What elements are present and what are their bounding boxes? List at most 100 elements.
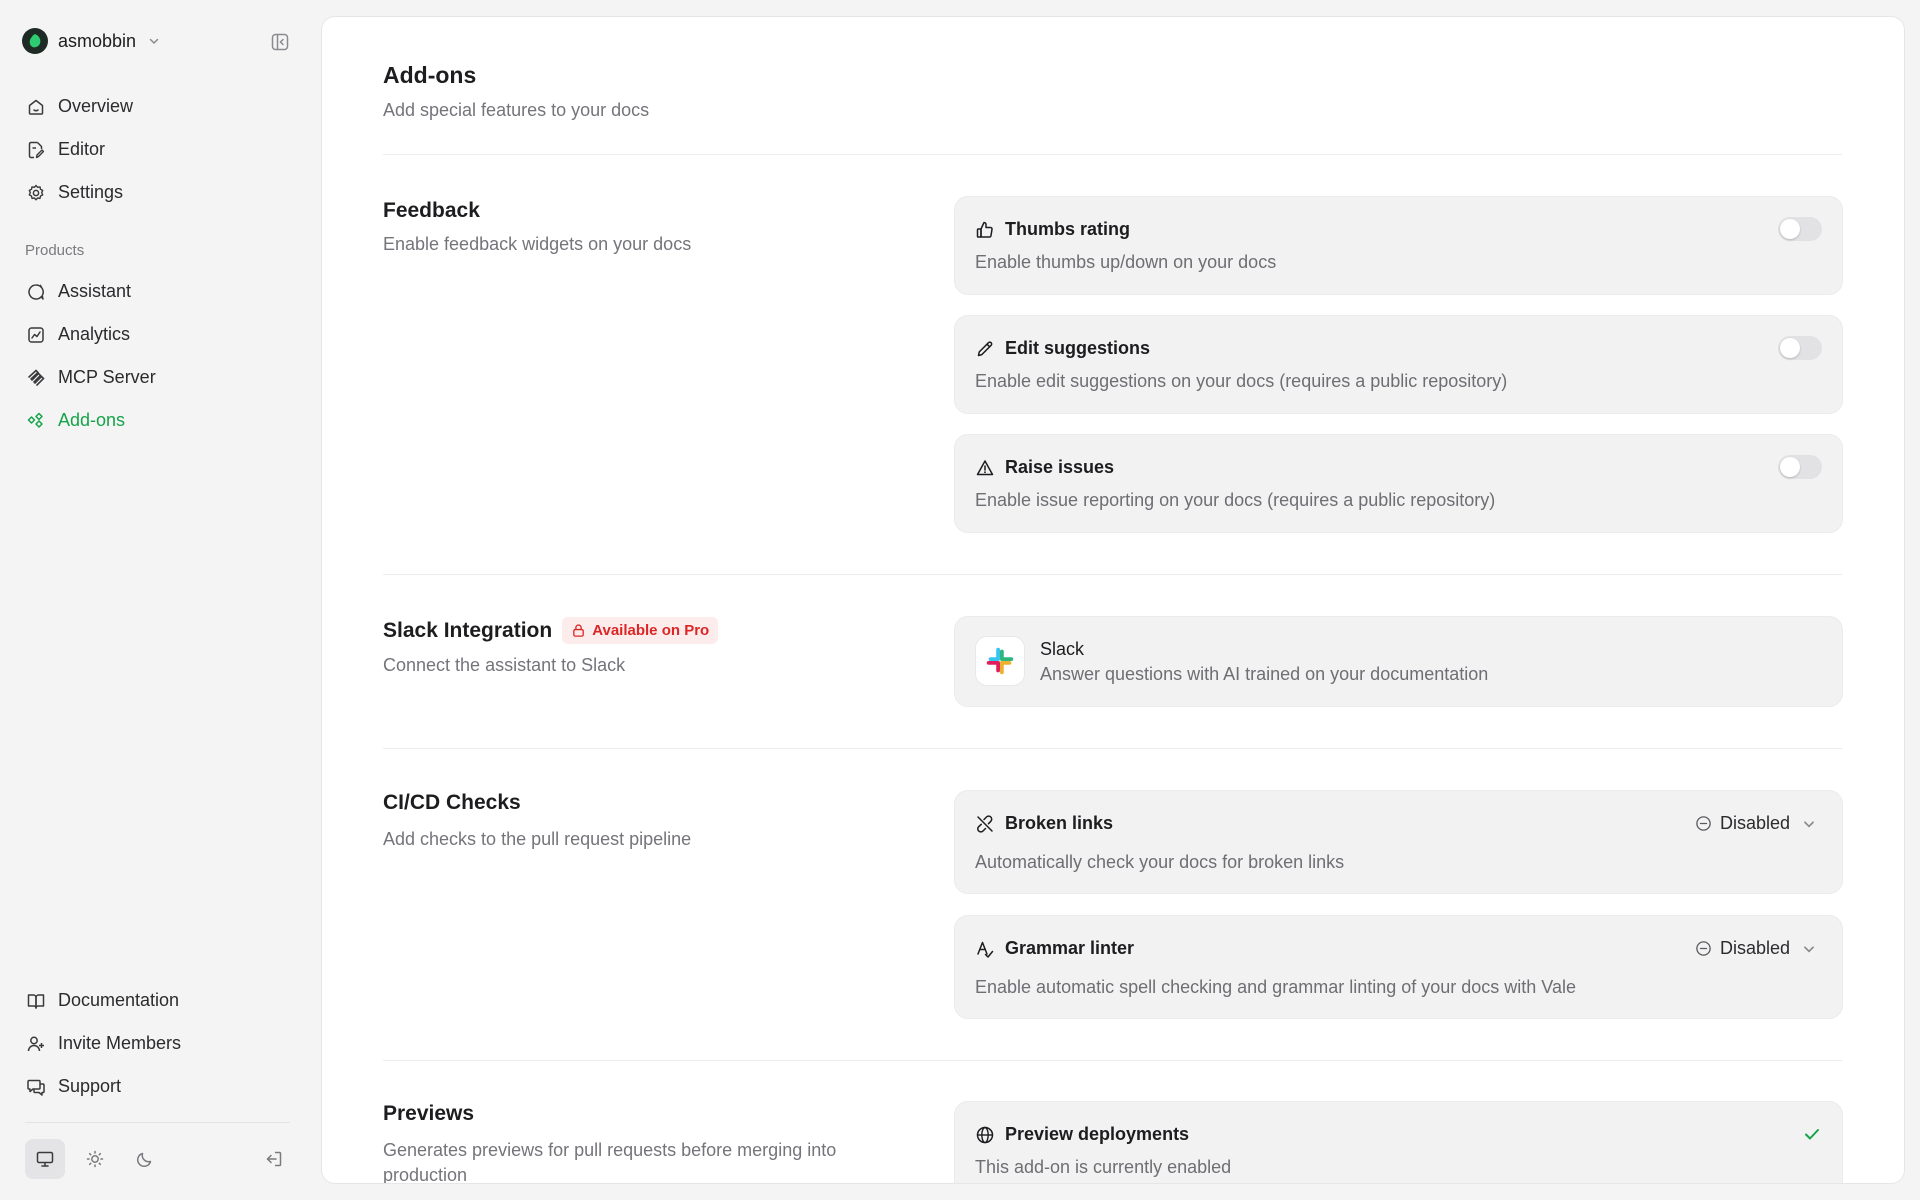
nav-label: Editor — [58, 139, 106, 159]
nav-item-support[interactable]: Support — [14, 1065, 304, 1108]
section-title-text: Feedback — [383, 199, 480, 222]
nav-label: Support — [58, 1076, 122, 1096]
globe-icon — [975, 1125, 995, 1145]
card-edit-suggestions: Edit suggestions Enable edit suggestions… — [954, 315, 1843, 414]
org-switcher[interactable]: asmobbin — [22, 26, 160, 56]
addons-icon — [26, 411, 46, 431]
products-section-label: Products — [25, 242, 85, 259]
nav-label: Analytics — [58, 324, 131, 344]
divider — [383, 574, 1842, 575]
gear-icon — [26, 183, 46, 203]
nav-label: Assistant — [58, 281, 132, 301]
sidebar: asmobbin Overview Editor Settings Produc… — [0, 0, 320, 1200]
card-title: Broken links — [975, 813, 1113, 834]
mcp-icon — [26, 368, 46, 388]
nav-item-overview[interactable]: Overview — [14, 85, 304, 128]
moon-icon — [136, 1152, 152, 1168]
section-desc-previews: Generates previews for pull requests bef… — [383, 1140, 837, 1184]
nav-item-documentation[interactable]: Documentation — [14, 979, 304, 1022]
card-title-text: Grammar linter — [1005, 938, 1135, 958]
theme-light-button[interactable] — [75, 1139, 115, 1179]
nav-item-analytics[interactable]: Analytics — [14, 313, 304, 356]
theme-dark-button[interactable] — [125, 1139, 165, 1179]
pro-badge-text: Available on Pro — [592, 622, 710, 639]
card-title-text: Raise issues — [1005, 457, 1115, 477]
section-title-text: CI/CD Checks — [383, 791, 521, 814]
page-subtitle: Add special features to your docs — [383, 100, 650, 120]
toggle-knob — [1780, 219, 1800, 239]
sun-icon — [86, 1150, 104, 1168]
broken-link-icon — [975, 814, 995, 834]
collapse-sidebar-button[interactable] — [268, 30, 292, 54]
chevron-down-icon — [1804, 945, 1814, 952]
lock-icon — [573, 624, 585, 637]
slack-description: Answer questions with AI trained on your… — [1040, 664, 1489, 684]
sidebar-divider — [25, 1122, 290, 1123]
nav-label: Documentation — [58, 990, 180, 1010]
chat-sparkle-icon — [26, 282, 46, 302]
products-nav: Assistant Analytics MCP Server Add-ons — [14, 270, 304, 442]
file-edit-icon — [26, 140, 46, 160]
theme-system-button[interactable] — [25, 1139, 65, 1179]
logout-button[interactable] — [254, 1139, 294, 1179]
slack-logo-icon — [975, 636, 1025, 686]
card-description: Enable edit suggestions on your docs (re… — [975, 371, 1508, 391]
edit-suggestions-toggle[interactable] — [1778, 336, 1822, 360]
card-description: Enable issue reporting on your docs (req… — [975, 490, 1496, 510]
card-preview-deployments: Preview deployments This add-on is curre… — [954, 1101, 1843, 1183]
pro-badge[interactable]: Available on Pro — [562, 617, 719, 644]
user-plus-icon — [26, 1034, 46, 1054]
main-panel: Add-ons Add special features to your doc… — [321, 16, 1905, 1184]
card-title-text: Thumbs rating — [1005, 219, 1130, 239]
nav-item-add-ons[interactable]: Add-ons — [14, 399, 304, 442]
divider — [383, 1060, 1842, 1061]
pencil-icon — [975, 339, 995, 359]
warning-triangle-icon — [975, 458, 995, 478]
card-title: Raise issues — [975, 457, 1114, 478]
minus-circle-icon — [1696, 941, 1711, 956]
card-title: Grammar linter — [975, 938, 1134, 959]
section-title-previews: Previews — [383, 1102, 474, 1126]
card-raise-issues: Raise issues Enable issue reporting on y… — [954, 434, 1843, 533]
sidebar-collapse-icon — [271, 33, 289, 51]
section-title-feedback: Feedback — [383, 199, 480, 223]
check-icon — [1802, 1124, 1822, 1144]
card-thumbs-rating: Thumbs rating Enable thumbs up/down on y… — [954, 196, 1843, 295]
divider — [383, 154, 1842, 155]
theme-switcher — [25, 1139, 165, 1179]
section-desc-cicd: Add checks to the pull request pipeline — [383, 829, 692, 849]
card-title: Preview deployments — [975, 1124, 1189, 1145]
book-icon — [26, 991, 46, 1011]
primary-nav: Overview Editor Settings — [14, 85, 304, 214]
nav-item-mcp-server[interactable]: MCP Server — [14, 356, 304, 399]
card-broken-links: Broken links Automatically check your do… — [954, 790, 1843, 894]
section-desc-feedback: Enable feedback widgets on your docs — [383, 234, 692, 254]
section-title-cicd: CI/CD Checks — [383, 791, 521, 815]
nav-label: Invite Members — [58, 1033, 182, 1053]
section-title-text: Slack Integration — [383, 618, 553, 642]
nav-item-editor[interactable]: Editor — [14, 128, 304, 171]
section-title-text: Previews — [383, 1102, 475, 1125]
raise-issues-toggle[interactable] — [1778, 455, 1822, 479]
nav-label: MCP Server — [58, 367, 156, 387]
nav-item-invite-members[interactable]: Invite Members — [14, 1022, 304, 1065]
chart-line-icon — [26, 325, 46, 345]
spellcheck-icon — [975, 939, 995, 959]
select-value: Disabled — [1719, 813, 1790, 833]
toggle-knob — [1780, 457, 1800, 477]
nav-item-settings[interactable]: Settings — [14, 171, 304, 214]
thumbs-rating-toggle[interactable] — [1778, 217, 1822, 241]
grammar-linter-status-select[interactable]: Disabled — [1695, 938, 1816, 959]
support-icon — [26, 1077, 46, 1097]
select-value: Disabled — [1719, 938, 1790, 958]
card-slack[interactable]: Slack Answer questions with AI trained o… — [954, 616, 1843, 707]
nav-item-assistant[interactable]: Assistant — [14, 270, 304, 313]
logout-icon — [266, 1151, 282, 1167]
card-description: Enable thumbs up/down on your docs — [975, 252, 1277, 272]
broken-links-status-select[interactable]: Disabled — [1695, 813, 1816, 834]
card-title-text: Edit suggestions — [1005, 338, 1151, 358]
card-description: This add-on is currently enabled — [975, 1157, 1232, 1177]
section-title-slack: Slack Integration Available on Pro — [383, 617, 719, 644]
nav-label: Overview — [58, 96, 134, 116]
thumbs-up-icon — [975, 220, 995, 240]
